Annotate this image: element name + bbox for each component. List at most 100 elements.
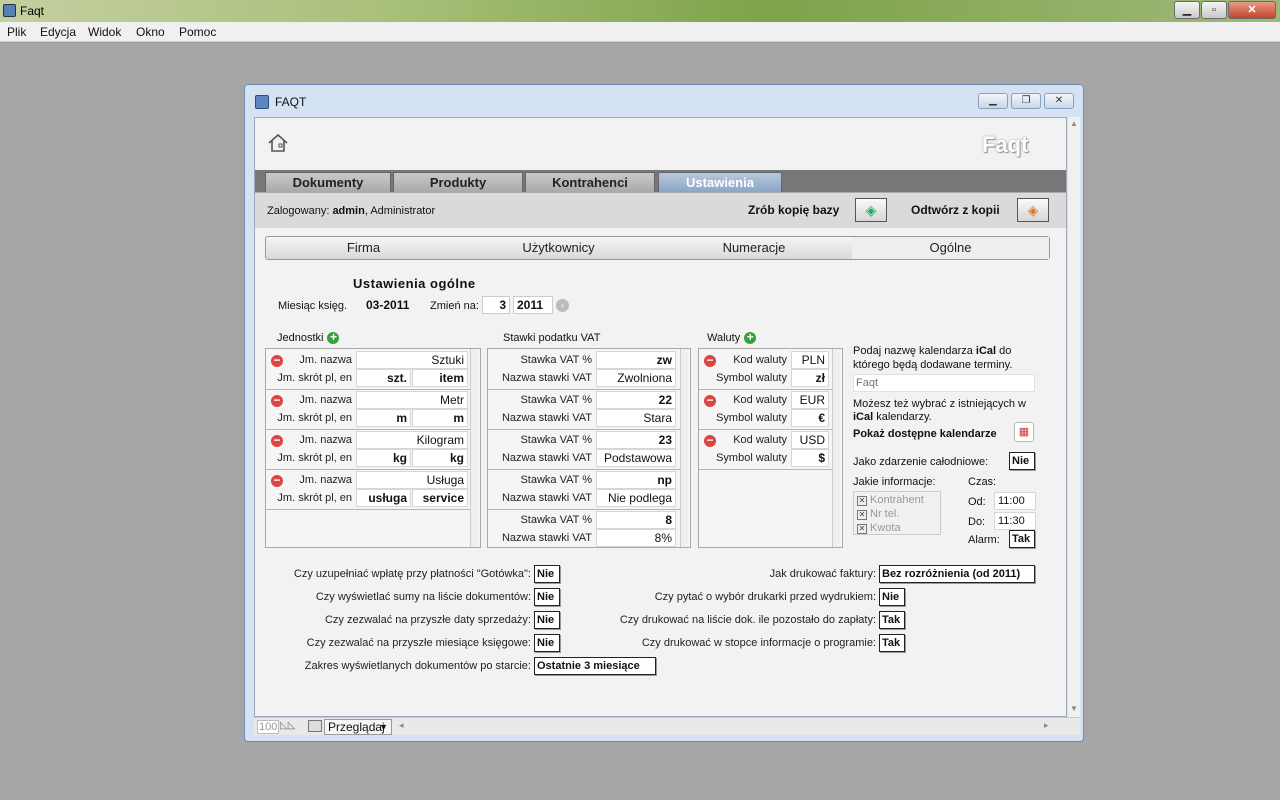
vat-rate-input[interactable]: np <box>596 471 676 489</box>
change-month-input[interactable]: 3 <box>482 296 510 314</box>
info-option[interactable]: ✕ Kontrahent <box>857 494 924 506</box>
add-unit-icon[interactable]: + <box>327 331 340 345</box>
vat-name-input[interactable]: Zwolniona <box>596 369 676 387</box>
minimize-button[interactable]: ▁ <box>1174 1 1200 19</box>
unit-short-pl-input[interactable]: usługa <box>356 489 411 507</box>
scroll-down-icon[interactable]: ▼ <box>1070 704 1078 713</box>
subtab-uzytkownicy[interactable]: Użytkownicy <box>461 237 656 259</box>
to-time-input[interactable]: 11:30 <box>994 512 1036 530</box>
change-year-input[interactable]: 2011 <box>513 296 553 314</box>
vertical-scrollbar[interactable]: ▲ ▼ <box>1068 117 1080 717</box>
mode-select[interactable]: Przeglądaj ▼ <box>324 719 392 735</box>
vat-name-input[interactable]: 8% <box>596 529 676 547</box>
vat-name-input[interactable]: Podstawowa <box>596 449 676 467</box>
question-value[interactable]: Nie <box>534 588 560 606</box>
unit-name-input[interactable]: Kilogram <box>356 431 468 449</box>
info-option[interactable]: ✕ Nr tel. <box>857 508 899 520</box>
close-button[interactable]: ✕ <box>1228 1 1276 19</box>
question-value[interactable]: Ostatnie 3 miesiące <box>534 657 656 675</box>
main-tabs: Dokumenty Produkty Kontrahenci Ustawieni… <box>255 170 1066 192</box>
checkbox-icon[interactable]: ✕ <box>857 496 867 506</box>
vat-rate-input[interactable]: 22 <box>596 391 676 409</box>
tab-kontrahenci[interactable]: Kontrahenci <box>525 172 655 192</box>
ical-calendar-input[interactable] <box>853 374 1035 392</box>
vat-scrollbar[interactable] <box>680 349 688 547</box>
from-time-input[interactable]: 11:00 <box>994 492 1036 510</box>
scroll-up-icon[interactable]: ▲ <box>1070 119 1078 128</box>
scroll-left-icon[interactable]: ◂ <box>399 720 404 731</box>
window-close-button[interactable]: ✕ <box>1044 93 1074 109</box>
maximize-button[interactable]: ▫ <box>1201 1 1227 19</box>
units-scrollbar[interactable] <box>470 349 478 547</box>
unit-name-input[interactable]: Usługa <box>356 471 468 489</box>
currency-symbol-input[interactable]: € <box>791 409 829 427</box>
currency-symbol-input[interactable]: zł <box>791 369 829 387</box>
zoom-level[interactable]: 100 <box>257 720 280 734</box>
unit-name-label: Jm. nazwa <box>299 354 352 366</box>
window-restore-button[interactable]: ❐ <box>1011 93 1041 109</box>
info-checkboxes: ✕ Kontrahent ✕ Nr tel. ✕ Kwota <box>853 491 941 535</box>
layout-icon[interactable] <box>308 720 322 732</box>
menu-pomoc[interactable]: Pomoc <box>179 25 216 39</box>
menu-plik[interactable]: Plik <box>7 25 26 39</box>
unit-short-en-input[interactable]: kg <box>412 449 468 467</box>
app-titlebar: Faqt ▁ ▫ ✕ <box>0 0 1280 22</box>
currency-code-input[interactable]: USD <box>791 431 829 449</box>
info-option[interactable]: ✕ Kwota <box>857 522 901 534</box>
question-value[interactable]: Nie <box>534 565 560 583</box>
remove-currency-icon[interactable]: − <box>704 434 716 447</box>
menu-edycja[interactable]: Edycja <box>40 25 76 39</box>
question-value[interactable]: Tak <box>879 634 905 652</box>
remove-currency-icon[interactable]: − <box>704 354 716 367</box>
unit-short-en-input[interactable]: service <box>412 489 468 507</box>
unit-name-input[interactable]: Metr <box>356 391 468 409</box>
currency-symbol-input[interactable]: $ <box>791 449 829 467</box>
subtab-firma[interactable]: Firma <box>266 237 461 259</box>
vat-name-label: Nazwa stawki VAT <box>501 412 592 424</box>
tab-ustawienia[interactable]: Ustawienia <box>658 172 782 192</box>
allday-value[interactable]: Nie <box>1009 452 1035 470</box>
checkbox-icon[interactable]: ✕ <box>857 524 867 534</box>
vat-rate-input[interactable]: 8 <box>596 511 676 529</box>
unit-short-pl-input[interactable]: kg <box>356 449 411 467</box>
backup-button[interactable]: ◈ <box>855 198 887 222</box>
vat-name-input[interactable]: Stara <box>596 409 676 427</box>
tab-produkty[interactable]: Produkty <box>393 172 523 192</box>
chart-icon[interactable]: ◺◺ <box>280 720 295 731</box>
subtab-ogolne[interactable]: Ogólne <box>852 237 1049 259</box>
currency-code-input[interactable]: EUR <box>791 391 829 409</box>
unit-name-input[interactable]: Sztuki <box>356 351 468 369</box>
vat-name-input[interactable]: Nie podlega <box>596 489 676 507</box>
currency-code-input[interactable]: PLN <box>791 351 829 369</box>
currencies-scrollbar[interactable] <box>832 349 840 547</box>
confirm-change-icon[interactable]: › <box>556 299 569 312</box>
menu-widok[interactable]: Widok <box>88 25 121 39</box>
alarm-value[interactable]: Tak <box>1009 530 1035 548</box>
window-minimize-button[interactable]: ▁ <box>978 93 1008 109</box>
unit-short-en-input[interactable]: item <box>412 369 468 387</box>
question-value[interactable]: Bez rozróżnienia (od 2011) <box>879 565 1035 583</box>
remove-currency-icon[interactable]: − <box>704 394 716 407</box>
unit-short-en-input[interactable]: m <box>412 409 468 427</box>
question-value[interactable]: Nie <box>534 611 560 629</box>
question-value[interactable]: Tak <box>879 611 905 629</box>
restore-button[interactable]: ◈ <box>1017 198 1049 222</box>
show-calendars-label[interactable]: Pokaż dostępne kalendarze <box>853 428 997 440</box>
tab-dokumenty[interactable]: Dokumenty <box>265 172 391 192</box>
unit-short-pl-input[interactable]: m <box>356 409 411 427</box>
unit-short-label: Jm. skrót pl, en <box>277 372 352 384</box>
menu-okno[interactable]: Okno <box>136 25 165 39</box>
vat-rate-input[interactable]: 23 <box>596 431 676 449</box>
document-window: FAQT ▁ ❐ ✕ Faqt Dokumenty Produkty Kontr… <box>244 84 1084 742</box>
vat-rate-input[interactable]: zw <box>596 351 676 369</box>
question-value[interactable]: Nie <box>879 588 905 606</box>
home-icon[interactable] <box>267 132 289 154</box>
question-label: Czy zezwalać na przyszłe daty sprzedaży: <box>324 614 531 626</box>
subtab-numeracje[interactable]: Numeracje <box>656 237 852 259</box>
checkbox-icon[interactable]: ✕ <box>857 510 867 520</box>
unit-short-pl-input[interactable]: szt. <box>356 369 411 387</box>
add-currency-icon[interactable]: + <box>744 331 757 345</box>
calendar-icon[interactable]: ▦ <box>1014 422 1034 442</box>
question-value[interactable]: Nie <box>534 634 560 652</box>
scroll-right-icon[interactable]: ▸ <box>1044 720 1049 731</box>
